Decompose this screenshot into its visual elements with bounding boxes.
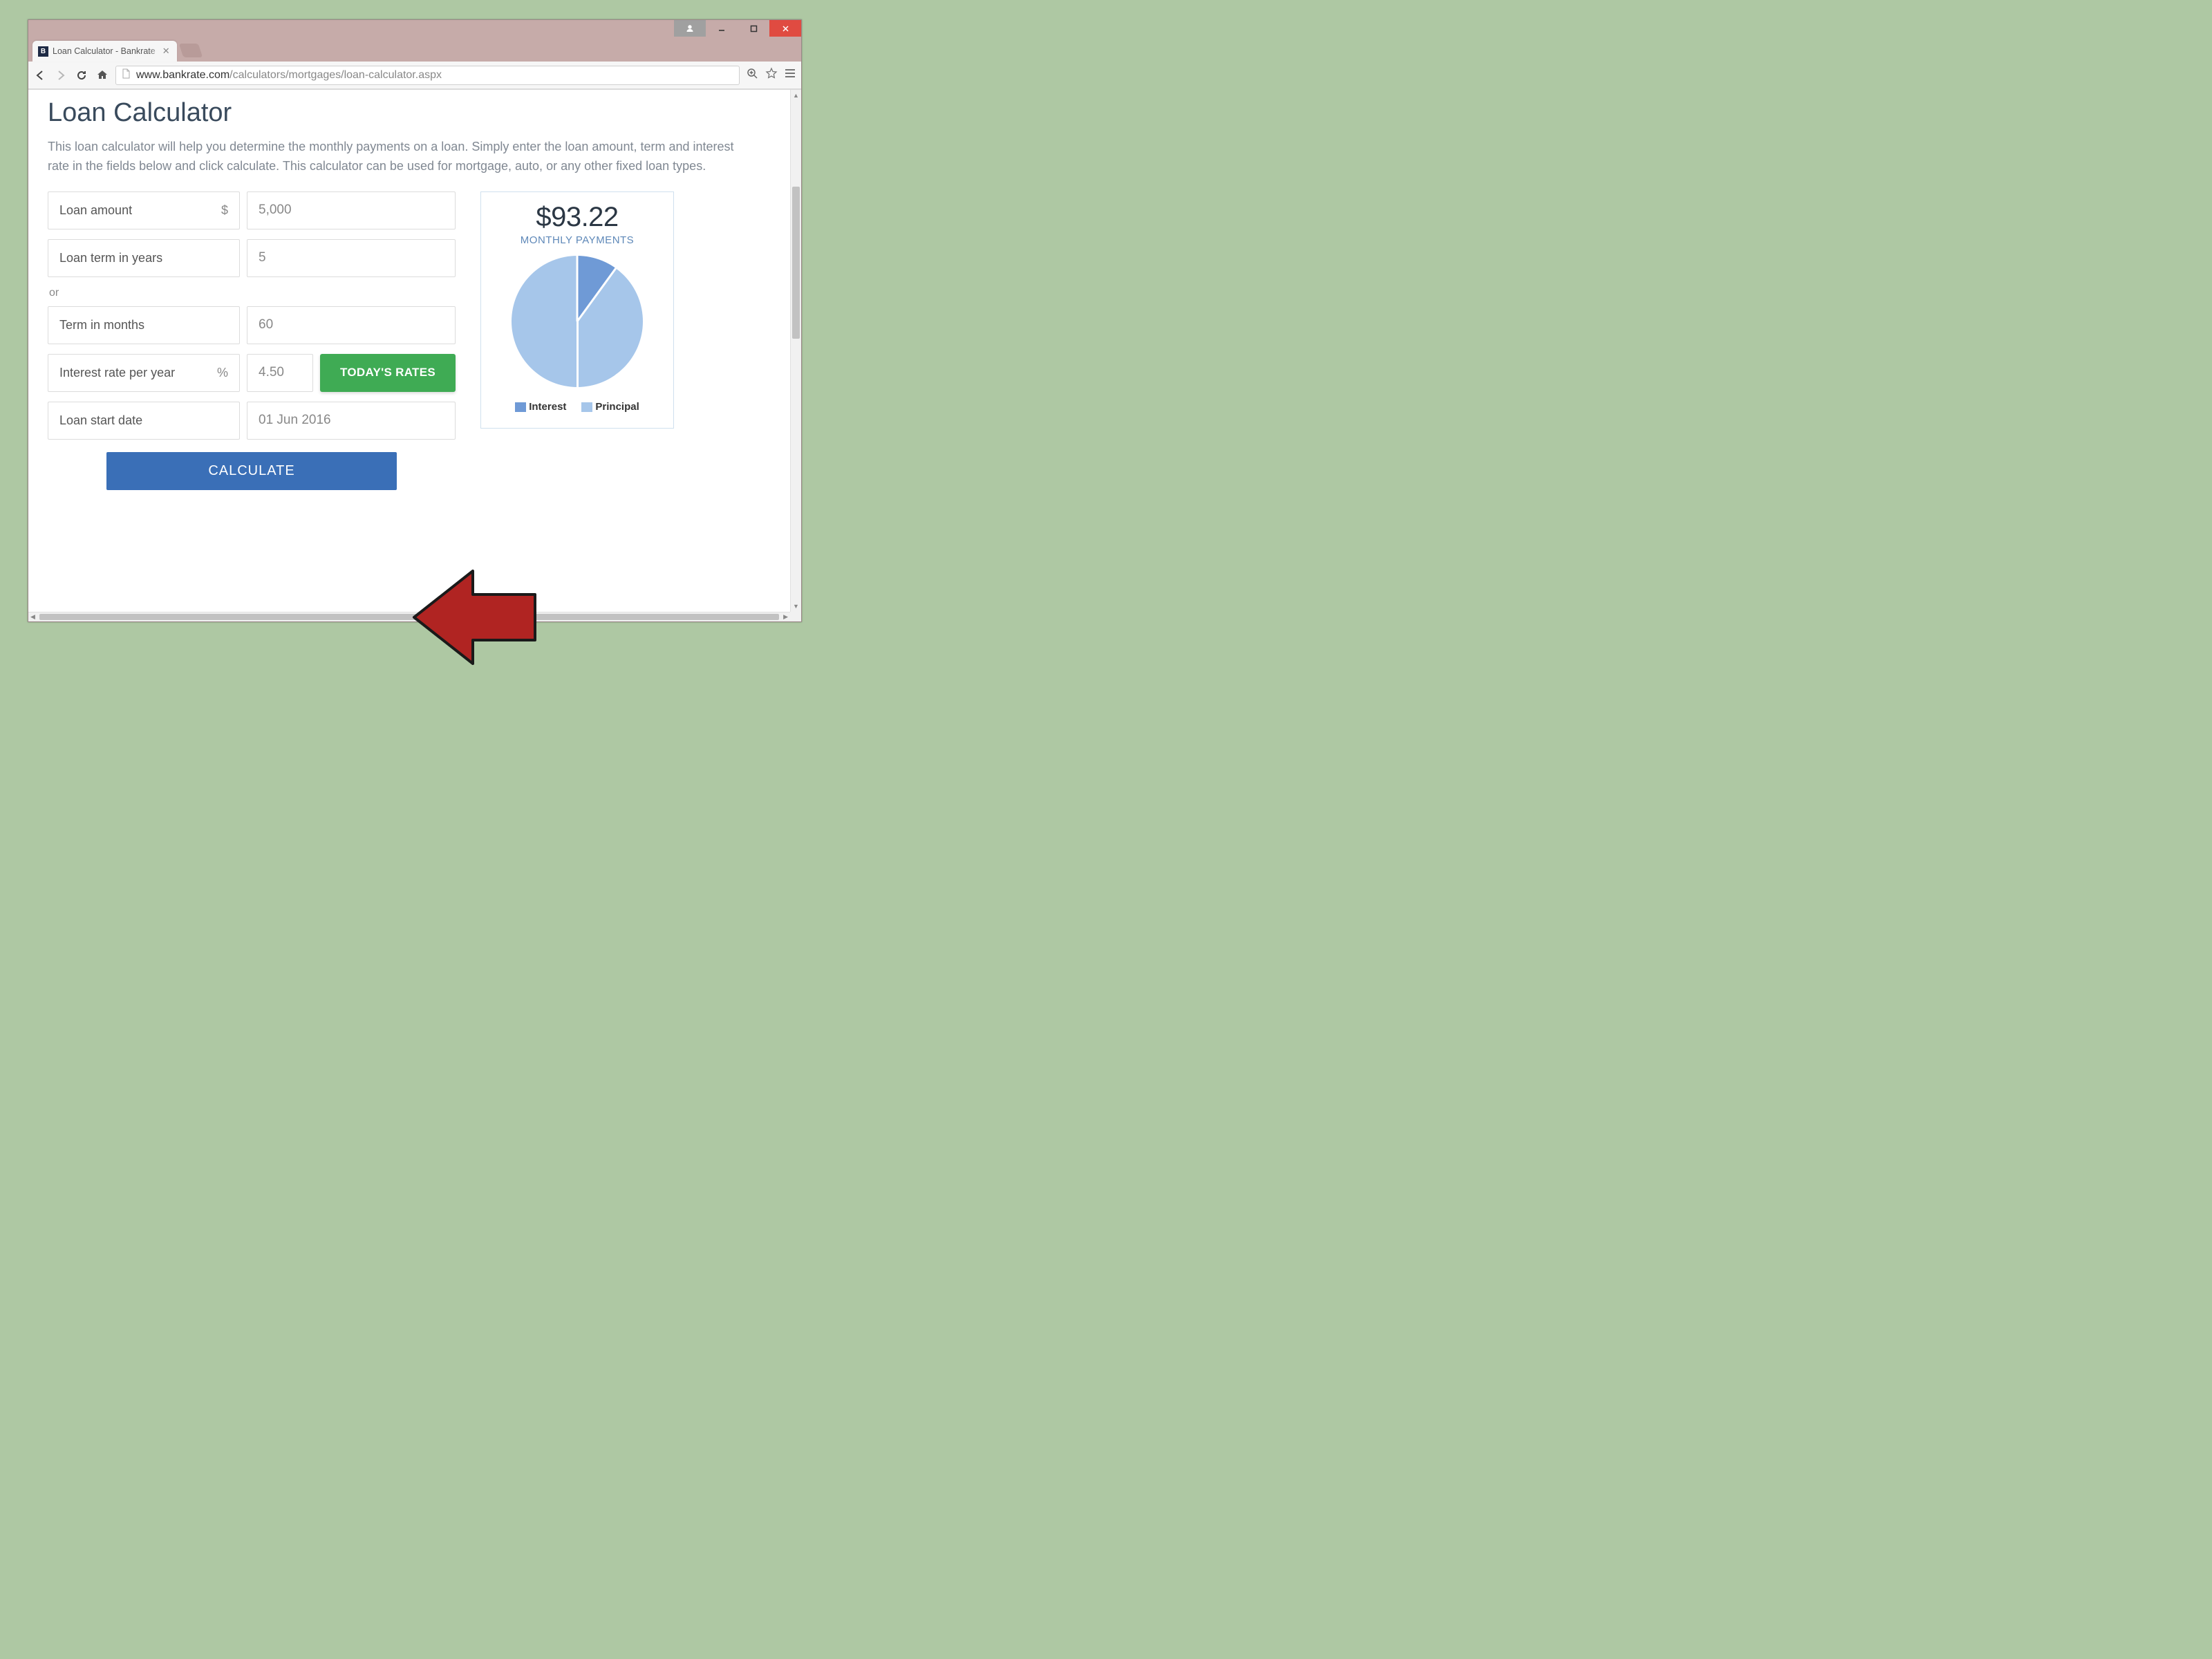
star-icon[interactable] — [765, 67, 778, 83]
calculate-button[interactable]: CALCULATE — [106, 452, 397, 490]
maximize-button[interactable] — [738, 20, 769, 37]
browser-window: B Loan Calculator - Bankrate ✕ — [28, 19, 802, 622]
monthly-payment-amount: $93.22 — [491, 202, 664, 233]
page-icon — [122, 68, 131, 82]
term-months-input[interactable] — [247, 307, 455, 344]
interest-rate-label: Interest rate per year % — [48, 354, 240, 392]
address-bar[interactable]: www.bankrate.com/calculators/mortgages/l… — [115, 66, 740, 85]
back-icon[interactable] — [34, 69, 46, 82]
chart-legend: Interest Principal — [491, 401, 664, 413]
scroll-left-icon[interactable]: ◀ — [30, 613, 35, 621]
window-controls — [28, 20, 801, 39]
scroll-corner — [790, 612, 801, 621]
tab-close-icon[interactable]: ✕ — [162, 46, 170, 57]
scroll-right-icon[interactable]: ▶ — [783, 613, 788, 621]
start-date-input[interactable] — [247, 402, 455, 439]
home-icon[interactable] — [96, 69, 109, 82]
new-tab-button[interactable] — [178, 44, 202, 57]
url-domain: www.bankrate.com — [136, 69, 229, 81]
payment-pie-chart — [512, 256, 643, 387]
page-content: Loan Calculator This loan calculator wil… — [28, 90, 790, 612]
tab-active[interactable]: B Loan Calculator - Bankrate ✕ — [32, 41, 177, 62]
favicon-icon: B — [38, 46, 48, 57]
hscroll-thumb[interactable] — [39, 614, 779, 620]
loan-term-years-input[interactable] — [247, 240, 455, 276]
todays-rates-button[interactable]: TODAY'S RATES — [320, 354, 456, 392]
minimize-button[interactable] — [706, 20, 738, 37]
close-button[interactable] — [769, 20, 801, 37]
horizontal-scrollbar[interactable]: ◀ ▶ — [28, 612, 790, 621]
forward-icon[interactable] — [55, 69, 67, 82]
reload-icon[interactable] — [75, 69, 88, 82]
browser-toolbar: www.bankrate.com/calculators/mortgages/l… — [28, 62, 801, 89]
interest-rate-input[interactable] — [247, 355, 312, 391]
scroll-up-icon[interactable]: ▲ — [791, 90, 801, 101]
zoom-icon[interactable] — [747, 68, 758, 83]
page-description: This loan calculator will help you deter… — [48, 138, 739, 176]
result-panel: $93.22 MONTHLY PAYMENTS Interest Princip… — [480, 191, 674, 429]
term-months-label: Term in months — [48, 306, 240, 344]
page-viewport: Loan Calculator This loan calculator wil… — [28, 89, 801, 621]
url-path: /calculators/mortgages/loan-calculator.a… — [229, 69, 442, 81]
scroll-thumb[interactable] — [792, 187, 800, 339]
start-date-label: Loan start date — [48, 402, 240, 440]
vertical-scrollbar[interactable]: ▲ ▼ — [790, 90, 801, 612]
legend-principal: Principal — [581, 401, 639, 413]
loan-form: Loan amount $ Loan term in years — [48, 191, 456, 490]
loan-amount-label: Loan amount $ — [48, 191, 240, 229]
loan-term-years-label: Loan term in years — [48, 239, 240, 277]
loan-amount-input[interactable] — [247, 192, 455, 229]
or-divider: or — [49, 287, 456, 299]
page-title: Loan Calculator — [48, 98, 771, 128]
user-icon[interactable] — [674, 20, 706, 37]
menu-icon[interactable] — [785, 68, 796, 82]
tab-strip: B Loan Calculator - Bankrate ✕ — [28, 39, 801, 62]
monthly-payment-label: MONTHLY PAYMENTS — [491, 234, 664, 246]
scroll-down-icon[interactable]: ▼ — [791, 601, 801, 612]
tab-title: Loan Calculator - Bankrate — [53, 46, 156, 56]
legend-interest: Interest — [515, 401, 566, 413]
